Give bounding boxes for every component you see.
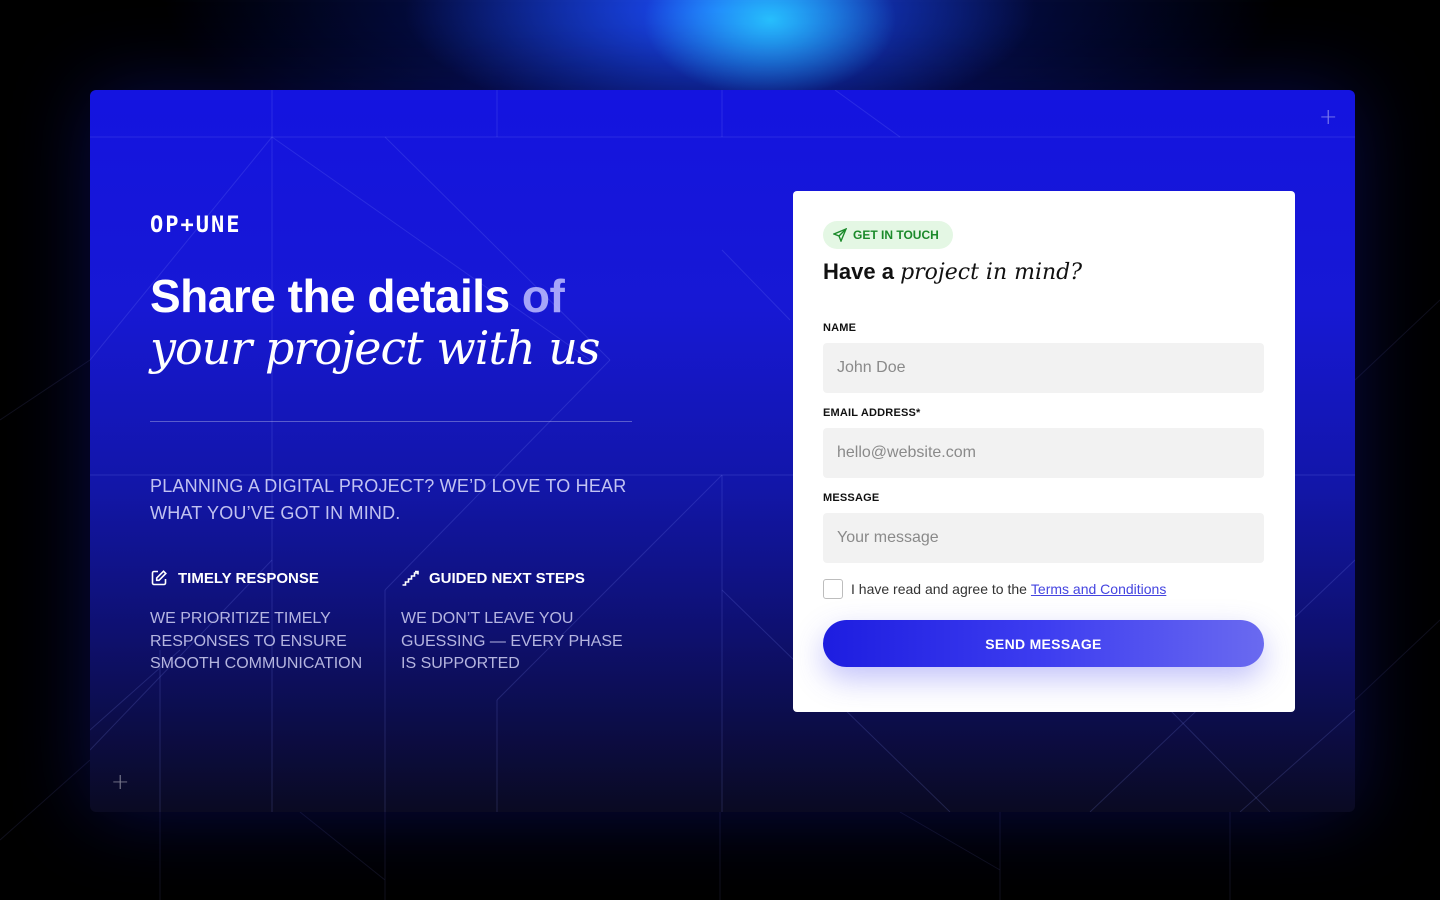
form-title: Have a project in mind? [823,259,1082,285]
brand-logo: OP+UNE [150,213,242,238]
badge-label: GET IN TOUCH [853,228,939,242]
feature-timely-response: TIMELY RESPONSE WE PRIORITIZE TIMELY RES… [150,566,390,676]
feature-description: WE DON’T LEAVE YOU GUESSING — EVERY PHAS… [401,610,623,672]
email-label: EMAIL ADDRESS* [823,407,921,419]
contact-card: + + OP+UNE Share the details of your pro… [90,90,1355,812]
feature-title: GUIDED NEXT STEPS [429,569,585,587]
divider [150,421,632,422]
steps-icon [402,570,419,586]
headline-line-1: Share the details of [150,270,710,322]
send-icon [833,228,847,242]
feature-description: WE PRIORITIZE TIMELY RESPONSES TO ENSURE… [150,610,363,672]
terms-checkbox[interactable] [823,579,843,599]
edit-icon [151,570,167,586]
form-title-italic: project in mind? [900,260,1083,285]
form-title-plain: Have a [823,259,901,284]
message-label: MESSAGE [823,492,880,504]
name-input[interactable] [823,343,1264,393]
headline-line-2: your project with us [150,321,600,375]
contact-form: GET IN TOUCH Have a project in mind? NAM… [793,191,1295,712]
page-headline: Share the details of your project with u… [150,270,710,374]
terms-link[interactable]: Terms and Conditions [1031,581,1166,597]
get-in-touch-badge: GET IN TOUCH [823,221,953,249]
email-input[interactable] [823,428,1264,478]
headline-dim-text: of [521,270,565,322]
feature-guided-next-steps: GUIDED NEXT STEPS WE DON’T LEAVE YOU GUE… [401,566,641,676]
plus-icon-bottom-left: + [111,770,130,795]
feature-heading: TIMELY RESPONSE [150,566,390,590]
headline-main-text: Share the details [150,270,522,322]
feature-heading: GUIDED NEXT STEPS [401,566,641,590]
feature-title: TIMELY RESPONSE [178,569,319,587]
agree-text: I have read and agree to the [851,581,1027,597]
name-label: NAME [823,322,857,334]
plus-icon-top-right: + [1319,105,1338,130]
terms-agreement: I have read and agree to the Terms and C… [823,579,1166,599]
send-message-button[interactable]: SEND MESSAGE [823,620,1264,667]
intro-text: PLANNING A DIGITAL PROJECT? WE’D LOVE TO… [150,476,627,523]
message-input[interactable] [823,513,1264,563]
